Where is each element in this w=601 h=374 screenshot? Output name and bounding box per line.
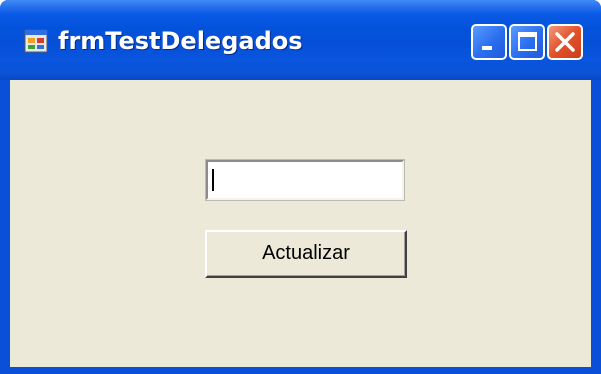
window-title: frmTestDelegados [58, 27, 303, 55]
maximize-button[interactable] [509, 24, 545, 60]
title-bar[interactable]: frmTestDelegados [0, 0, 601, 80]
text-input[interactable] [205, 159, 405, 201]
minimize-icon [482, 46, 492, 50]
actualizar-button[interactable]: Actualizar [205, 230, 407, 278]
minimize-button[interactable] [471, 24, 507, 60]
text-caret [212, 169, 214, 191]
window-bottom-border [0, 367, 601, 374]
close-icon [555, 32, 575, 52]
form-client-area: Actualizar [10, 80, 591, 367]
maximize-icon [518, 32, 537, 51]
form-icon [24, 29, 48, 53]
close-button[interactable] [547, 24, 583, 60]
app-window: frmTestDelegados Actualizar [0, 0, 601, 374]
